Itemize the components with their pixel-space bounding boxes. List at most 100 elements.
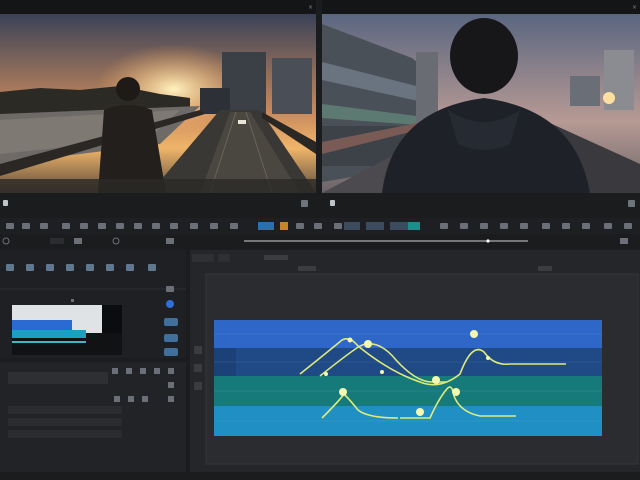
keyframe[interactable]: [364, 340, 372, 348]
toolbar-icon[interactable]: [296, 223, 304, 229]
properties-panel-content: [8, 368, 174, 438]
toolbar-icon[interactable]: [98, 223, 106, 229]
property-icon[interactable]: [114, 396, 120, 402]
keyframe[interactable]: [486, 356, 490, 360]
toolbar-toggle[interactable]: [258, 222, 274, 230]
toolbar-color-swatch[interactable]: [280, 222, 288, 230]
property-icon[interactable]: [142, 396, 148, 402]
toolbar-icon[interactable]: [40, 223, 48, 229]
tab-graph[interactable]: [192, 254, 214, 262]
curve-editor: [192, 254, 639, 465]
keyframe[interactable]: [380, 370, 384, 374]
toolbar-icon[interactable]: [22, 223, 30, 229]
toolbar-icon[interactable]: [190, 223, 198, 229]
keyframe[interactable]: [452, 388, 460, 396]
property-icon[interactable]: [154, 368, 160, 374]
play-icon[interactable]: [3, 200, 8, 206]
keyframe[interactable]: [347, 337, 353, 343]
toolbar-icon[interactable]: [542, 223, 550, 229]
toolbar-icon[interactable]: [80, 223, 88, 229]
toolbar-icon[interactable]: [620, 238, 628, 244]
track-handle[interactable]: [194, 364, 202, 372]
source-monitor: ×: [0, 0, 316, 193]
toolbar-icon[interactable]: [210, 223, 218, 229]
effect-icon[interactable]: [46, 264, 54, 271]
property-icon[interactable]: [168, 396, 174, 402]
toolbar-icon[interactable]: [440, 223, 448, 229]
track-handle[interactable]: [194, 346, 202, 354]
property-icon[interactable]: [168, 368, 174, 374]
program-monitor: ×: [322, 0, 640, 193]
property-icon[interactable]: [128, 396, 134, 402]
property-row[interactable]: [8, 430, 122, 438]
close-icon[interactable]: ×: [308, 4, 313, 11]
settings-icon[interactable]: [628, 199, 635, 207]
toolbar-icon[interactable]: [520, 223, 528, 229]
toolbar-toggle[interactable]: [390, 222, 408, 230]
toolbar-icon[interactable]: [480, 223, 488, 229]
play-icon[interactable]: [330, 200, 335, 206]
source-monitor-video[interactable]: [0, 14, 316, 193]
property-icon[interactable]: [126, 368, 132, 374]
keyframe[interactable]: [470, 330, 478, 338]
toolbar-icons: [6, 222, 632, 230]
effect-icon[interactable]: [106, 264, 114, 271]
toolbar-icon[interactable]: [112, 237, 120, 245]
toolbar-icon[interactable]: [116, 223, 124, 229]
panel-toggle[interactable]: [166, 300, 174, 308]
toolbar-icon[interactable]: [562, 223, 570, 229]
source-video-frame: [0, 14, 316, 193]
playhead-handle[interactable]: [486, 239, 490, 243]
toolbar-icon[interactable]: [500, 223, 508, 229]
effects-panel-content: [0, 264, 186, 356]
toolbar-toggle[interactable]: [344, 222, 360, 230]
video-editor-app: × ×: [0, 0, 640, 480]
track-handle[interactable]: [194, 382, 202, 390]
toolbar-icon[interactable]: [166, 238, 174, 244]
panel-switch[interactable]: [164, 348, 178, 356]
panel-icon[interactable]: [166, 286, 174, 292]
ruler-label: [298, 266, 316, 271]
property-row[interactable]: [8, 406, 122, 414]
panel-switch[interactable]: [164, 318, 178, 326]
keyframe[interactable]: [416, 408, 424, 416]
effect-icon[interactable]: [126, 264, 134, 271]
toolbar-icon[interactable]: [230, 223, 238, 229]
toolbar-icon[interactable]: [74, 238, 82, 244]
toolbar-icon[interactable]: [6, 223, 14, 229]
timecode-field[interactable]: [50, 238, 64, 244]
tab-dopesheet[interactable]: [218, 254, 230, 262]
toolbar-icon[interactable]: [624, 223, 632, 229]
toolbar-toggle[interactable]: [366, 222, 384, 230]
effect-icon[interactable]: [86, 264, 94, 271]
effect-icon[interactable]: [6, 264, 14, 271]
keyframe[interactable]: [339, 388, 347, 396]
toolbar-icon[interactable]: [314, 223, 322, 229]
effect-icon[interactable]: [66, 264, 74, 271]
effect-icon[interactable]: [148, 264, 156, 271]
close-icon[interactable]: ×: [632, 4, 637, 11]
record-icon[interactable]: [2, 237, 10, 245]
toolbar-icon[interactable]: [460, 223, 468, 229]
scrub-row: [0, 234, 640, 248]
program-monitor-video[interactable]: [322, 14, 640, 193]
toolbar-icon[interactable]: [334, 223, 342, 229]
toolbar-icon[interactable]: [152, 223, 160, 229]
toolbar-toggle[interactable]: [408, 222, 420, 230]
property-icon[interactable]: [140, 368, 146, 374]
property-row[interactable]: [8, 418, 122, 426]
toolbar-icon[interactable]: [134, 223, 142, 229]
toolbar-icon[interactable]: [170, 223, 178, 229]
toolbar-icon[interactable]: [62, 223, 70, 229]
keyframe[interactable]: [324, 372, 328, 376]
toolbar-icon[interactable]: [604, 223, 612, 229]
property-icon[interactable]: [168, 382, 174, 388]
settings-icon[interactable]: [301, 199, 308, 207]
panel-switch[interactable]: [164, 334, 178, 342]
property-icon[interactable]: [112, 368, 118, 374]
property-field[interactable]: [8, 372, 108, 384]
effect-icon[interactable]: [26, 264, 34, 271]
ruler-label: [538, 266, 552, 271]
toolbar-icon[interactable]: [582, 223, 590, 229]
keyframe[interactable]: [432, 376, 440, 384]
